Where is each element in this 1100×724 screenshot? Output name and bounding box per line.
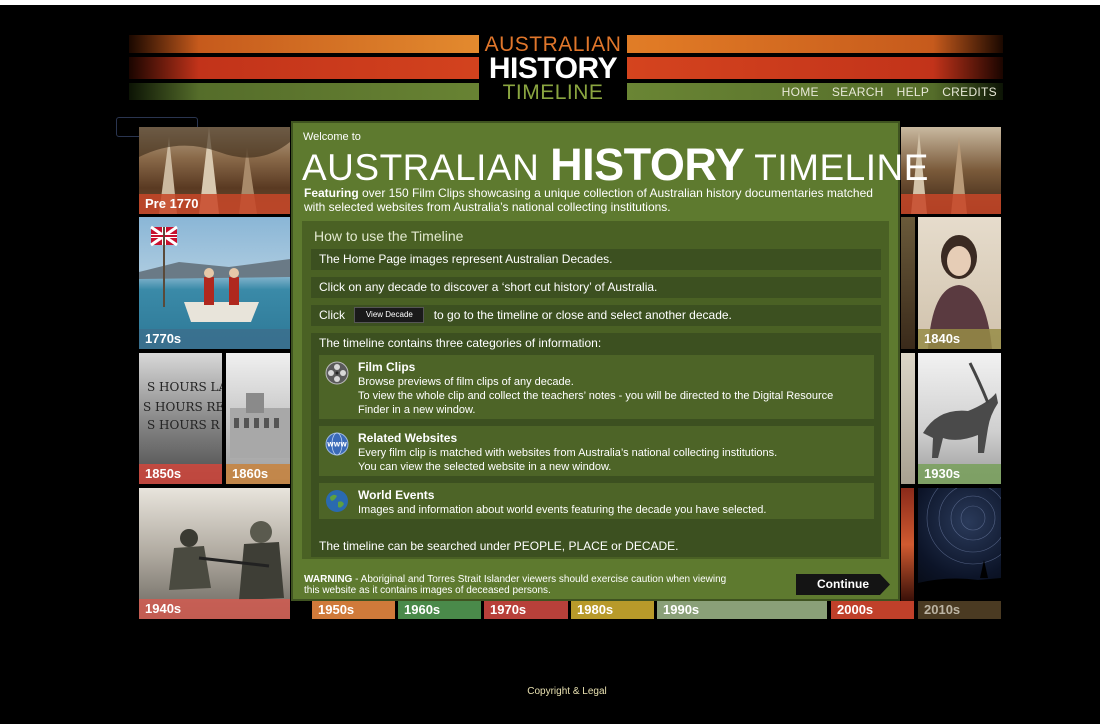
svg-text:WWW: WWW [327,442,347,449]
world-events-description: Images and information about world event… [358,504,767,516]
welcome-dialog: Welcome to AUSTRALIAN HISTORY TIMELINE F… [291,121,928,601]
continue-label: Continue [817,577,869,591]
tile-color-bar [901,194,1001,214]
nav-home-link[interactable]: HOME [782,85,819,99]
decade-tile-1930s[interactable]: 1930s [918,353,1001,484]
decade-tab-2010s[interactable]: 2010s [918,601,1001,619]
how-to-heading: How to use the Timeline [314,228,464,244]
logo-word-history: HISTORY [488,52,618,85]
decade-tile-2000s-image[interactable] [901,488,914,601]
nav-credits-link[interactable]: CREDITS [942,85,997,99]
svg-text:S HOURS R: S HOURS R [147,418,221,432]
nav-help-link[interactable]: HELP [897,85,930,99]
category-related-websites: WWW Related Websites Every film clip is … [319,426,874,476]
categories-heading: The timeline contains three categories o… [319,336,602,350]
decade-tab-1990s[interactable]: 1990s [657,601,827,619]
decade-label-1940s: 1940s [139,599,290,619]
film-reel-icon [325,361,349,385]
top-white-line [0,0,1100,5]
how-to-panel: How to use the Timeline The Home Page im… [302,221,889,559]
star-trails-image [918,488,1001,601]
instruction-row-click-decade: Click on any decade to discover a ‘short… [311,277,881,298]
warning-label: WARNING [304,574,353,585]
decade-tab-1950s[interactable]: 1950s [312,601,395,619]
instruction-row-search: The timeline can be searched under PEOPL… [311,536,881,557]
decade-tile-1770s[interactable]: 1770s [139,217,290,349]
www-globe-icon: WWW [325,432,349,456]
site-logo[interactable]: AUSTRALIAN HISTORY TIMELINE [479,33,627,103]
decade-label-1840s: 1840s [918,329,1001,349]
decade-label-1860s: 1860s [226,464,290,484]
decade-label-1930s: 1930s [918,464,1001,484]
warning-text: - Aboriginal and Torres Strait Islander … [304,574,727,596]
click-text: Click [319,308,345,322]
decade-tile-2010s-image[interactable] [918,488,1001,601]
decade-tab-2000s[interactable]: 2000s [831,601,914,619]
film-clips-title: Film Clips [358,360,416,374]
decade-tab-1960s[interactable]: 1960s [398,601,481,619]
featuring-body: over 150 Film Clips showcasing a unique … [304,186,873,214]
category-world-events: World Events Images and information abou… [319,483,874,519]
decade-label-1770s: 1770s [139,329,290,349]
logo-word-timeline: TIMELINE [502,81,604,104]
decade-tile-1860s[interactable]: 1860s [226,353,290,484]
categories-box: The timeline contains three categories o… [311,333,881,536]
featuring-text: Featuring over 150 Film Clips showcasing… [304,186,894,214]
category-film-clips: Film Clips Browse previews of film clips… [319,355,874,419]
decade-label-1850s: 1850s [139,464,222,484]
title-timeline: TIMELINE [744,147,929,188]
world-events-title: World Events [358,488,435,502]
view-decade-button-sample: View Decade [354,306,425,323]
earth-icon [326,490,348,512]
decade-tile-1840s[interactable]: 1840s [918,217,1001,349]
related-websites-description: Every film clip is matched with websites… [358,447,778,473]
dialog-title: AUSTRALIAN HISTORY TIMELINE [302,139,929,191]
nav-search-link[interactable]: SEARCH [832,85,884,99]
decade-tile-1900s-partial[interactable] [901,353,915,484]
decade-tile-1810s-partial[interactable] [901,217,915,349]
decade-tile-1850s[interactable]: S HOURS LA S HOURS RECR S HOURS R 1850s [139,353,222,484]
featuring-bold: Featuring [304,186,359,200]
view-decade-instruction: to go to the timeline or close and selec… [433,308,732,322]
film-clips-description: Browse previews of film clips of any dec… [358,376,834,416]
decade-label-pre1770: Pre 1770 [139,194,290,214]
continue-button[interactable]: Continue [796,574,890,595]
svg-text:S HOURS LA: S HOURS LA [147,380,222,394]
svg-text:S HOURS RECR: S HOURS RECR [143,400,222,414]
decade-tile-1940s[interactable]: 1940s [139,488,290,619]
title-history: HISTORY [550,139,745,190]
decade-tab-1970s[interactable]: 1970s [484,601,568,619]
decade-tile-pre1770[interactable]: Pre 1770 [139,127,290,214]
copyright-legal-link[interactable]: Copyright & Legal [0,686,1100,697]
title-australian: AUSTRALIAN [302,147,551,188]
related-websites-title: Related Websites [358,431,458,445]
top-nav: HOME SEARCH HELP CREDITS [782,85,997,99]
instruction-row-home-images: The Home Page images represent Australia… [311,249,881,270]
instruction-row-view-decade: Click View Decade to go to the timeline … [311,305,881,326]
site-header: AUSTRALIAN HISTORY TIMELINE HOME SEARCH … [129,33,1003,103]
warning-notice: WARNING - Aboriginal and Torres Strait I… [304,574,734,596]
decade-tab-1980s[interactable]: 1980s [571,601,654,619]
